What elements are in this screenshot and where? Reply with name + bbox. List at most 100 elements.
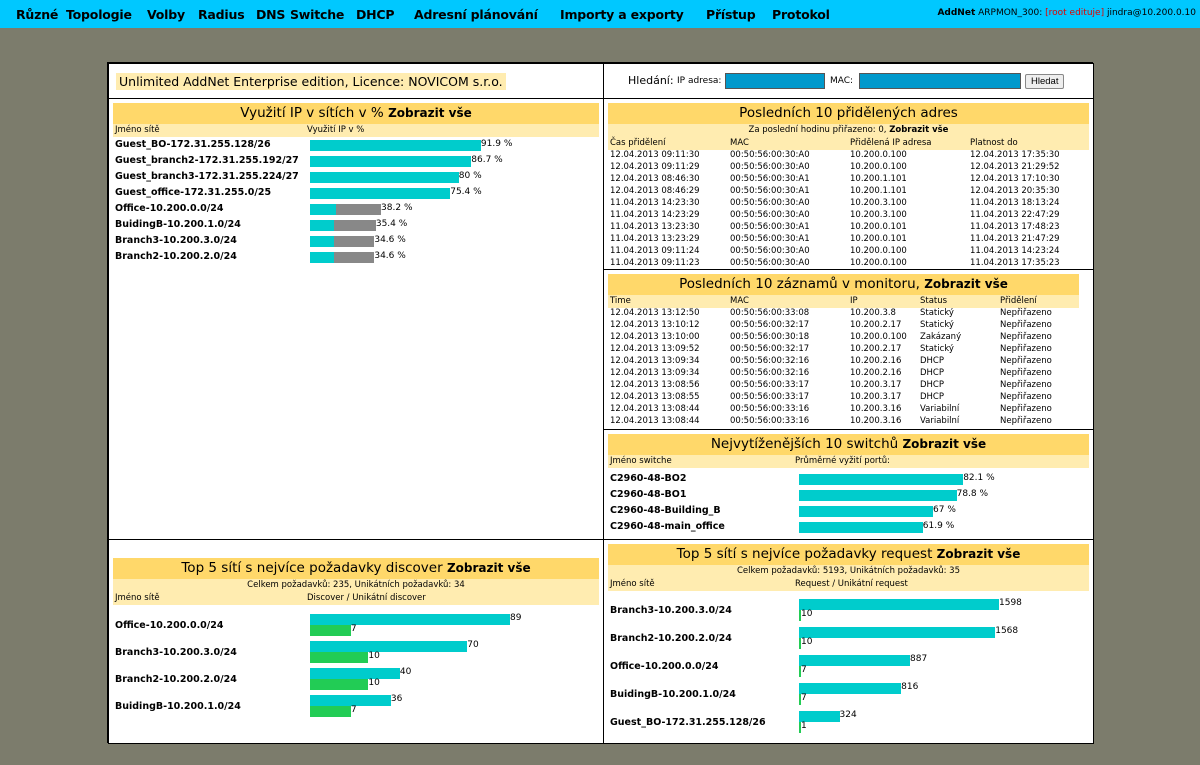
assigned-row-cell: 11.04.2013 14:23:24 xyxy=(970,246,1060,256)
monitor-row-cell: DHCP xyxy=(920,356,944,366)
dashboard: Unlimited AddNet Enterprise edition, Lic… xyxy=(107,62,1094,744)
request-header: Top 5 sítí s nejvíce požadavky request Z… xyxy=(608,544,1089,565)
monitor-row-cell: 00:50:56:00:32:16 xyxy=(730,356,810,366)
network-name[interactable]: Guest_branch3-172.31.255.224/27 xyxy=(115,171,299,182)
monitor-row-cell: 10.200.3.17 xyxy=(850,380,902,390)
menu-item-switche[interactable]: Switche xyxy=(290,7,356,22)
network-name[interactable]: Branch2-10.200.2.0/24 xyxy=(610,633,732,644)
network-name[interactable]: Guest_branch2-172.31.255.192/27 xyxy=(115,155,299,166)
switch-name[interactable]: C2960-48-Building_B xyxy=(610,505,721,516)
network-name[interactable]: Guest_office-172.31.255.0/25 xyxy=(115,187,271,198)
network-name[interactable]: Office-10.200.0.0/24 xyxy=(610,661,718,672)
switch-name[interactable]: C2960-48-BO1 xyxy=(610,489,686,500)
assigned-row: 12.04.2013 08:46:30 00:50:56:00:30:A1 10.2… xyxy=(608,174,1089,186)
db-name: ARPMON_300: xyxy=(978,8,1043,18)
monitor-row-cell: Nepřiřazeno xyxy=(1000,332,1052,342)
monitor-row: 12.04.2013 13:09:34 00:50:56:00:32:16 10.2… xyxy=(608,368,1089,380)
ip-usage-panel: Využití IP v sítích v % Zobrazit vše Jmé… xyxy=(108,98,604,540)
usage-bar xyxy=(310,204,337,215)
menu-item-importy-exporty[interactable]: Importy a exporty xyxy=(560,7,706,22)
mac-label: MAC: xyxy=(830,76,854,86)
assigned-row-cell: 11.04.2013 18:13:24 xyxy=(970,198,1060,208)
menu-item-ruzne[interactable]: Různé xyxy=(16,7,66,22)
assigned-row-cell: 12.04.2013 08:46:29 xyxy=(610,186,700,196)
monitor-row-cell: 00:50:56:00:33:16 xyxy=(730,416,810,426)
monitor-header: Posledních 10 záznamů v monitoru, Zobraz… xyxy=(608,274,1079,295)
discover-unique-label: 10 xyxy=(368,678,380,688)
network-name[interactable]: Guest_BO-172.31.255.128/26 xyxy=(115,139,271,150)
menu-item-pristup[interactable]: Přístup xyxy=(706,7,772,22)
usage-bar-rest xyxy=(333,252,375,263)
menu-item-protokol[interactable]: Protokol xyxy=(772,7,830,22)
col-request: Request / Unikátní request xyxy=(795,579,908,589)
user-info: AddNet ARPMON_300: [root edituje] jindra… xyxy=(937,8,1196,18)
monitor-row-cell: DHCP xyxy=(920,392,944,402)
network-name[interactable]: Office-10.200.0.0/24 xyxy=(115,203,223,214)
monitor-row-cell: 10.200.3.8 xyxy=(850,308,896,318)
ip-search-input[interactable] xyxy=(725,73,825,89)
monitor-row-cell: 00:50:56:00:33:17 xyxy=(730,380,810,390)
assigned-row-cell: 12.04.2013 09:11:29 xyxy=(610,162,700,172)
usage-bar xyxy=(310,236,334,247)
discover-title: Top 5 sítí s nejvíce požadavky discover xyxy=(181,560,443,576)
assigned-row-cell: 00:50:56:00:30:A0 xyxy=(730,162,810,172)
menu-item-radius[interactable]: Radius xyxy=(198,7,256,22)
assigned-row-cell: 00:50:56:00:30:A0 xyxy=(730,150,810,160)
monitor-row-cell: 12.04.2013 13:12:50 xyxy=(610,308,700,318)
assigned-row: 12.04.2013 09:11:29 00:50:56:00:30:A0 10.2… xyxy=(608,162,1089,174)
menu-item-topologie[interactable]: Topologie xyxy=(66,7,147,22)
switch-name[interactable]: C2960-48-BO2 xyxy=(610,473,686,484)
switches-table-header: Jméno switche Průměrné vyžití portů: xyxy=(608,455,1089,468)
menu-item-dhcp[interactable]: DHCP xyxy=(356,7,414,22)
assigned-row: 12.04.2013 08:46:29 00:50:56:00:30:A1 10.2… xyxy=(608,186,1089,198)
assigned-row-cell: 11.04.2013 09:11:24 xyxy=(610,246,700,256)
menu-item-volby[interactable]: Volby xyxy=(147,7,198,22)
col-ip: IP xyxy=(850,296,858,306)
network-name[interactable]: Branch3-10.200.3.0/24 xyxy=(610,605,732,616)
assigned-row-cell: 11.04.2013 09:11:23 xyxy=(610,258,700,268)
assigned-row-cell: 12.04.2013 17:10:30 xyxy=(970,174,1060,184)
search-button[interactable]: Hledat xyxy=(1025,74,1065,89)
menu-item-dns[interactable]: DNS xyxy=(256,7,290,22)
mac-search-input[interactable] xyxy=(859,73,1021,89)
monitor-show-all-link[interactable]: Zobrazit vše xyxy=(924,277,1008,291)
network-name[interactable]: BuidingB-10.200.1.0/24 xyxy=(610,689,736,700)
monitor-row-cell: Variabilní xyxy=(920,404,960,414)
last-assigned-show-all-link[interactable]: Zobrazit vše xyxy=(889,125,948,135)
col-switch-name: Jméno switche xyxy=(610,456,672,466)
last-assigned-title: Posledních 10 přidělených adres xyxy=(608,103,1089,124)
ip-usage-show-all-link[interactable]: Zobrazit vše xyxy=(388,106,472,120)
monitor-row-cell: Nepřiřazeno xyxy=(1000,416,1052,426)
network-name[interactable]: BuidingB-10.200.1.0/24 xyxy=(115,701,241,712)
monitor-row-cell: Statický xyxy=(920,344,954,354)
network-name[interactable]: Branch3-10.200.3.0/24 xyxy=(115,647,237,658)
col-avg-port-usage: Průměrné vyžití portů: xyxy=(795,456,890,466)
network-name[interactable]: Office-10.200.0.0/24 xyxy=(115,620,223,631)
last-assigned-panel: Posledních 10 přidělených adres Za posle… xyxy=(603,98,1094,270)
monitor-row-cell: 12.04.2013 13:10:12 xyxy=(610,320,700,330)
switch-name[interactable]: C2960-48-main_office xyxy=(610,521,725,532)
network-name[interactable]: Guest_BO-172.31.255.128/26 xyxy=(610,717,766,728)
monitor-row-cell: 12.04.2013 13:10:00 xyxy=(610,332,700,342)
switches-show-all-link[interactable]: Zobrazit vše xyxy=(902,437,986,451)
network-name[interactable]: Branch2-10.200.2.0/24 xyxy=(115,674,237,685)
monitor-rows: 12.04.2013 13:12:50 00:50:56:00:33:08 10.2… xyxy=(608,308,1089,428)
network-name[interactable]: Branch2-10.200.2.0/24 xyxy=(115,251,237,262)
network-name[interactable]: BuidingB-10.200.1.0/24 xyxy=(115,219,241,230)
discover-table-header: Jméno sítě Discover / Unikátní discover xyxy=(113,592,599,605)
switches-panel: Nejvytíženějších 10 switchů Zobrazit vše… xyxy=(603,429,1094,540)
monitor-row-cell: 10.200.2.16 xyxy=(850,368,902,378)
menu-item-adresni-planovani[interactable]: Adresní plánování xyxy=(414,7,560,22)
network-name[interactable]: Branch3-10.200.3.0/24 xyxy=(115,235,237,246)
discover-show-all-link[interactable]: Zobrazit vše xyxy=(447,561,531,575)
discover-unique-bar xyxy=(310,706,351,717)
monitor-row-cell: 10.200.0.100 xyxy=(850,332,907,342)
request-summary: Celkem požadavků: 5193, Unikátních požad… xyxy=(608,565,1089,578)
assigned-row-cell: 12.04.2013 20:35:30 xyxy=(970,186,1060,196)
request-show-all-link[interactable]: Zobrazit vše xyxy=(937,547,1021,561)
discover-unique-label: 10 xyxy=(368,651,380,661)
assigned-row: 11.04.2013 09:11:24 00:50:56:00:30:A0 10.2… xyxy=(608,246,1089,258)
assigned-row: 12.04.2013 09:11:30 00:50:56:00:30:A0 10.2… xyxy=(608,150,1089,162)
discover-unique-bar xyxy=(310,679,369,690)
assigned-row-cell: 10.200.3.100 xyxy=(850,210,907,220)
